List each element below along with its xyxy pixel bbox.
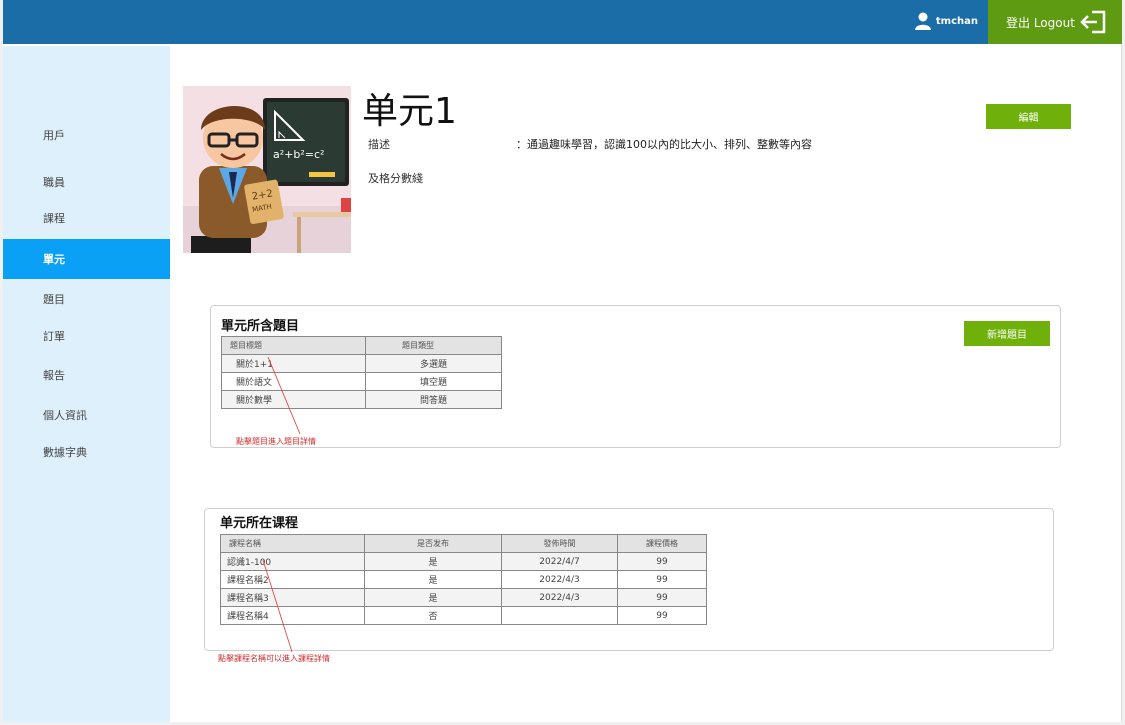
sidebar-item-label: 題目 [43,293,65,306]
course-name-link[interactable]: 認識1-100 [220,552,365,571]
logout-button[interactable]: 登出 Logout [988,0,1122,44]
sidebar-item-reports[interactable]: 報告 [3,355,170,395]
sidebar-item-staff[interactable]: 職員 [3,162,170,202]
unit-cover-image: a²+b²=c² 2+2 MATH [183,86,351,253]
questions-panel-title: 單元所含題目 [221,319,300,334]
add-question-button[interactable]: 新增題目 [964,321,1050,346]
sidebar-item-orders[interactable]: 訂單 [3,316,170,356]
table-row[interactable]: 認識1-100 是 2022/4/7 99 [220,552,707,571]
user-icon [914,12,931,30]
username: tmchan [935,15,978,27]
board-formula: a²+b²=c² [273,148,324,161]
course-name-link[interactable]: 課程名稱4 [220,606,365,625]
published-status: 否 [364,606,502,625]
sidebar: 用戶 職員 課程 單元 題目 訂單 報告 個人資訊 數據字典 [3,46,170,722]
sidebar-item-questions[interactable]: 題目 [3,279,170,319]
question-click-note: 點擊題目進入題目詳情 [236,437,316,446]
sidebar-item-label: 用戶 [43,129,65,142]
user-menu[interactable]: tmchan [914,12,978,30]
description-label: 描述 [368,138,390,151]
sidebar-item-label: 報告 [43,369,65,382]
table-row[interactable]: 課程名稱4 否 99 [220,606,707,625]
sidebar-item-courses[interactable]: 課程 [3,198,170,238]
publish-date: 2022/4/3 [501,588,618,607]
publish-date [501,606,618,625]
table-row[interactable]: 關於語文 填空題 [221,372,502,391]
table-row[interactable]: 課程名稱2 是 2022/4/3 99 [220,570,707,589]
table-row[interactable]: 關於數學 問答題 [221,390,502,409]
course-click-note: 點擊課程名稱可以進入課程詳情 [218,654,330,663]
logout-label: 登出 Logout [1006,15,1075,30]
sidebar-item-users[interactable]: 用戶 [3,115,170,155]
sidebar-item-label: 訂單 [43,330,65,343]
column-header: 題目標題 [221,336,366,355]
column-header: 課程名稱 [220,534,365,553]
question-title-link[interactable]: 關於語文 [221,372,366,391]
published-status: 是 [364,588,502,607]
sidebar-item-label: 個人資訊 [43,409,87,422]
course-price: 99 [617,606,707,625]
course-name-link[interactable]: 課程名稱2 [220,570,365,589]
publish-date: 2022/4/7 [501,552,618,571]
description-text: ：通過趣味學習，認識100以內的比大小、排列、整數等內容 [516,138,812,151]
courses-table: 課程名稱 是否发布 發佈時間 課程價格 認識1-100 是 2022/4/7 9… [220,534,707,625]
sidebar-item-units[interactable]: 單元 [3,239,170,279]
published-status: 是 [364,570,502,589]
question-type: 多選題 [365,354,502,373]
table-header-row: 課程名稱 是否发布 發佈時間 課程價格 [220,534,707,553]
passing-score-label: 及格分數綫 [368,172,423,185]
edit-button[interactable]: 編輯 [986,104,1071,129]
course-price: 99 [617,588,707,607]
question-title-link[interactable]: 關於1+1 [221,354,366,373]
question-type: 問答題 [365,390,502,409]
top-bar: tmchan 登出 Logout [3,0,1122,44]
sidebar-item-dictionary[interactable]: 數據字典 [3,432,170,472]
page-title: 单元1 [362,91,457,132]
courses-panel-title: 单元所在课程 [220,516,299,531]
table-row[interactable]: 關於1+1 多選題 [221,354,502,373]
publish-date: 2022/4/3 [501,570,618,589]
column-header: 課程價格 [617,534,707,553]
published-status: 是 [364,552,502,571]
sidebar-item-label: 數據字典 [43,446,87,459]
sidebar-item-label: 課程 [43,212,65,225]
table-row[interactable]: 課程名稱3 是 2022/4/3 99 [220,588,707,607]
column-header: 是否发布 [364,534,502,553]
question-type: 填空題 [365,372,502,391]
table-header-row: 題目標題 題目類型 [221,336,502,355]
sidebar-item-label: 單元 [43,253,65,266]
course-price: 99 [617,570,707,589]
questions-table: 題目標題 題目類型 關於1+1 多選題 關於語文 填空題 關於數學 問答題 [221,336,502,409]
sidebar-item-profile[interactable]: 個人資訊 [3,395,170,435]
logout-icon [1080,10,1106,34]
column-header: 題目類型 [365,336,502,355]
question-title-link[interactable]: 關於數學 [221,390,366,409]
course-name-link[interactable]: 課程名稱3 [220,588,365,607]
sidebar-item-label: 職員 [43,176,65,189]
course-price: 99 [617,552,707,571]
column-header: 發佈時間 [501,534,618,553]
